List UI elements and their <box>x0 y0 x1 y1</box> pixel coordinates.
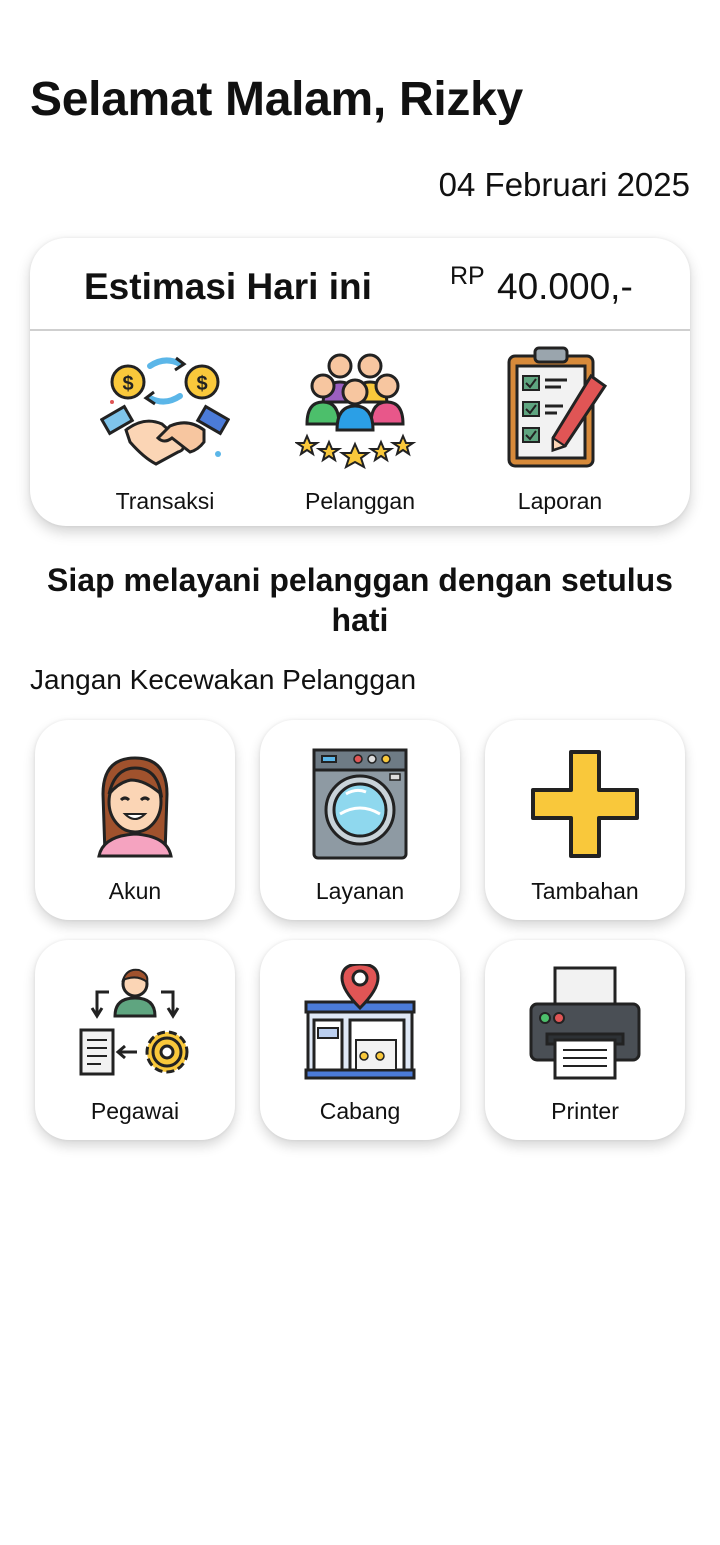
branch-store-icon <box>304 964 416 1080</box>
daily-estimate-card: Estimasi Hari ini RP 40.000,- $ $ Transa… <box>30 238 690 526</box>
menu-pegawai-label: Pegawai <box>90 1098 180 1124</box>
customers-stars-icon <box>295 353 417 470</box>
currency-label: RP <box>450 262 485 290</box>
handshake-money-icon: $ $ <box>100 356 230 466</box>
menu-pegawai[interactable]: Pegawai <box>35 940 235 1140</box>
menu-printer-label: Printer <box>551 1098 619 1124</box>
pelanggan-label: Pelanggan <box>305 488 415 514</box>
menu-akun[interactable]: Akun <box>35 720 235 920</box>
estimate-title: Estimasi Hari ini <box>84 266 372 307</box>
user-avatar-icon <box>97 756 173 858</box>
laporan-label: Laporan <box>517 488 603 514</box>
menu-cabang[interactable]: Cabang <box>260 940 460 1140</box>
menu-cabang-label: Cabang <box>319 1098 401 1124</box>
greeting-title: Selamat Malam, Rizky <box>30 73 523 126</box>
estimate-header: Estimasi Hari ini RP 40.000,- <box>30 238 690 331</box>
svg-text:$: $ <box>122 373 133 395</box>
menu-printer[interactable]: Printer <box>485 940 685 1140</box>
employee-workflow-icon <box>79 968 189 1076</box>
current-date: 04 Februari 2025 <box>438 166 690 203</box>
pelanggan-button[interactable]: Pelanggan <box>260 346 460 516</box>
svg-text:$: $ <box>196 373 207 395</box>
menu-layanan[interactable]: Layanan <box>260 720 460 920</box>
plus-icon <box>531 750 639 858</box>
tagline: Siap melayani pelanggan dengan setulus h… <box>47 562 673 638</box>
clipboard-checklist-icon <box>507 346 608 468</box>
printer-icon <box>529 966 641 1080</box>
menu-tambahan[interactable]: Tambahan <box>485 720 685 920</box>
menu-tambahan-label: Tambahan <box>531 878 639 904</box>
transaksi-button[interactable]: $ $ Transaksi <box>65 346 265 516</box>
menu-layanan-label: Layanan <box>315 878 405 904</box>
estimate-amount: 40.000,- <box>497 266 633 307</box>
section-label: Jangan Kecewakan Pelanggan <box>30 664 417 695</box>
menu-akun-label: Akun <box>108 878 162 904</box>
transaksi-label: Transaksi <box>115 488 215 514</box>
laporan-button[interactable]: Laporan <box>460 346 660 516</box>
washing-machine-icon <box>312 748 408 860</box>
